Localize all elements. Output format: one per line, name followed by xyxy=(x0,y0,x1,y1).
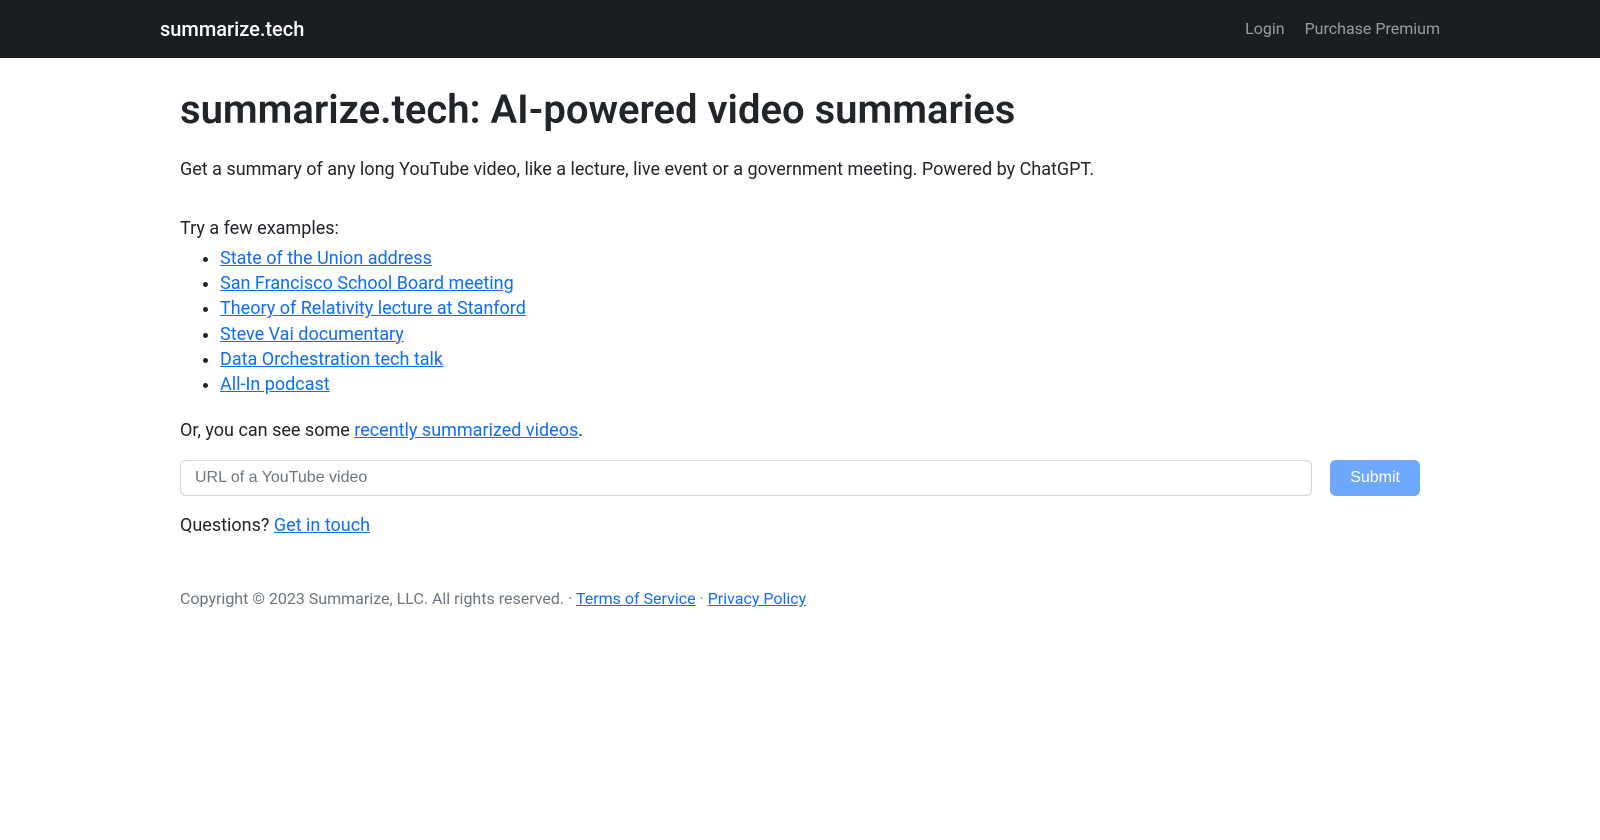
example-link-all-in[interactable]: All-In podcast xyxy=(220,374,330,395)
footer-separator: · xyxy=(696,589,708,608)
or-prefix: Or, you can see some xyxy=(180,420,354,441)
page-title: summarize.tech: AI-powered video summari… xyxy=(180,80,1420,140)
example-link-steve-vai[interactable]: Steve Vai documentary xyxy=(220,324,404,345)
recently-summarized-link[interactable]: recently summarized videos xyxy=(354,420,578,441)
questions-text: Questions? Get in touch xyxy=(180,512,1420,539)
navbar: summarize.tech Login Purchase Premium xyxy=(0,0,1600,58)
list-item: San Francisco School Board meeting xyxy=(220,271,1420,296)
example-link-relativity[interactable]: Theory of Relativity lecture at Stanford xyxy=(220,298,526,319)
or-text: Or, you can see some recently summarized… xyxy=(180,417,1420,444)
list-item: All-In podcast xyxy=(220,372,1420,397)
url-form: Submit xyxy=(180,460,1420,496)
url-input[interactable] xyxy=(180,460,1312,496)
examples-intro: Try a few examples: xyxy=(180,215,1420,242)
list-item: Theory of Relativity lecture at Stanford xyxy=(220,296,1420,321)
purchase-premium-link[interactable]: Purchase Premium xyxy=(1305,17,1440,41)
get-in-touch-link[interactable]: Get in touch xyxy=(274,515,370,536)
main-container: summarize.tech: AI-powered video summari… xyxy=(160,80,1440,651)
copyright-text: Copyright © 2023 Summarize, LLC. All rig… xyxy=(180,589,576,608)
submit-button[interactable]: Submit xyxy=(1330,460,1420,496)
example-link-state-of-union[interactable]: State of the Union address xyxy=(220,248,432,269)
example-link-data-orchestration[interactable]: Data Orchestration tech talk xyxy=(220,349,443,370)
brand-link[interactable]: summarize.tech xyxy=(160,14,304,44)
example-link-sf-school-board[interactable]: San Francisco School Board meeting xyxy=(220,273,514,294)
login-link[interactable]: Login xyxy=(1245,17,1284,41)
navbar-inner: summarize.tech Login Purchase Premium xyxy=(140,14,1460,44)
examples-list: State of the Union address San Francisco… xyxy=(180,246,1420,397)
questions-prefix: Questions? xyxy=(180,515,274,536)
list-item: State of the Union address xyxy=(220,246,1420,271)
lead-text: Get a summary of any long YouTube video,… xyxy=(180,156,1420,183)
nav-links: Login Purchase Premium xyxy=(1245,17,1440,41)
list-item: Steve Vai documentary xyxy=(220,322,1420,347)
list-item: Data Orchestration tech talk xyxy=(220,347,1420,372)
footer: Copyright © 2023 Summarize, LLC. All rig… xyxy=(180,587,1420,651)
terms-of-service-link[interactable]: Terms of Service xyxy=(576,589,696,608)
or-suffix: . xyxy=(578,420,583,441)
privacy-policy-link[interactable]: Privacy Policy xyxy=(708,589,807,608)
